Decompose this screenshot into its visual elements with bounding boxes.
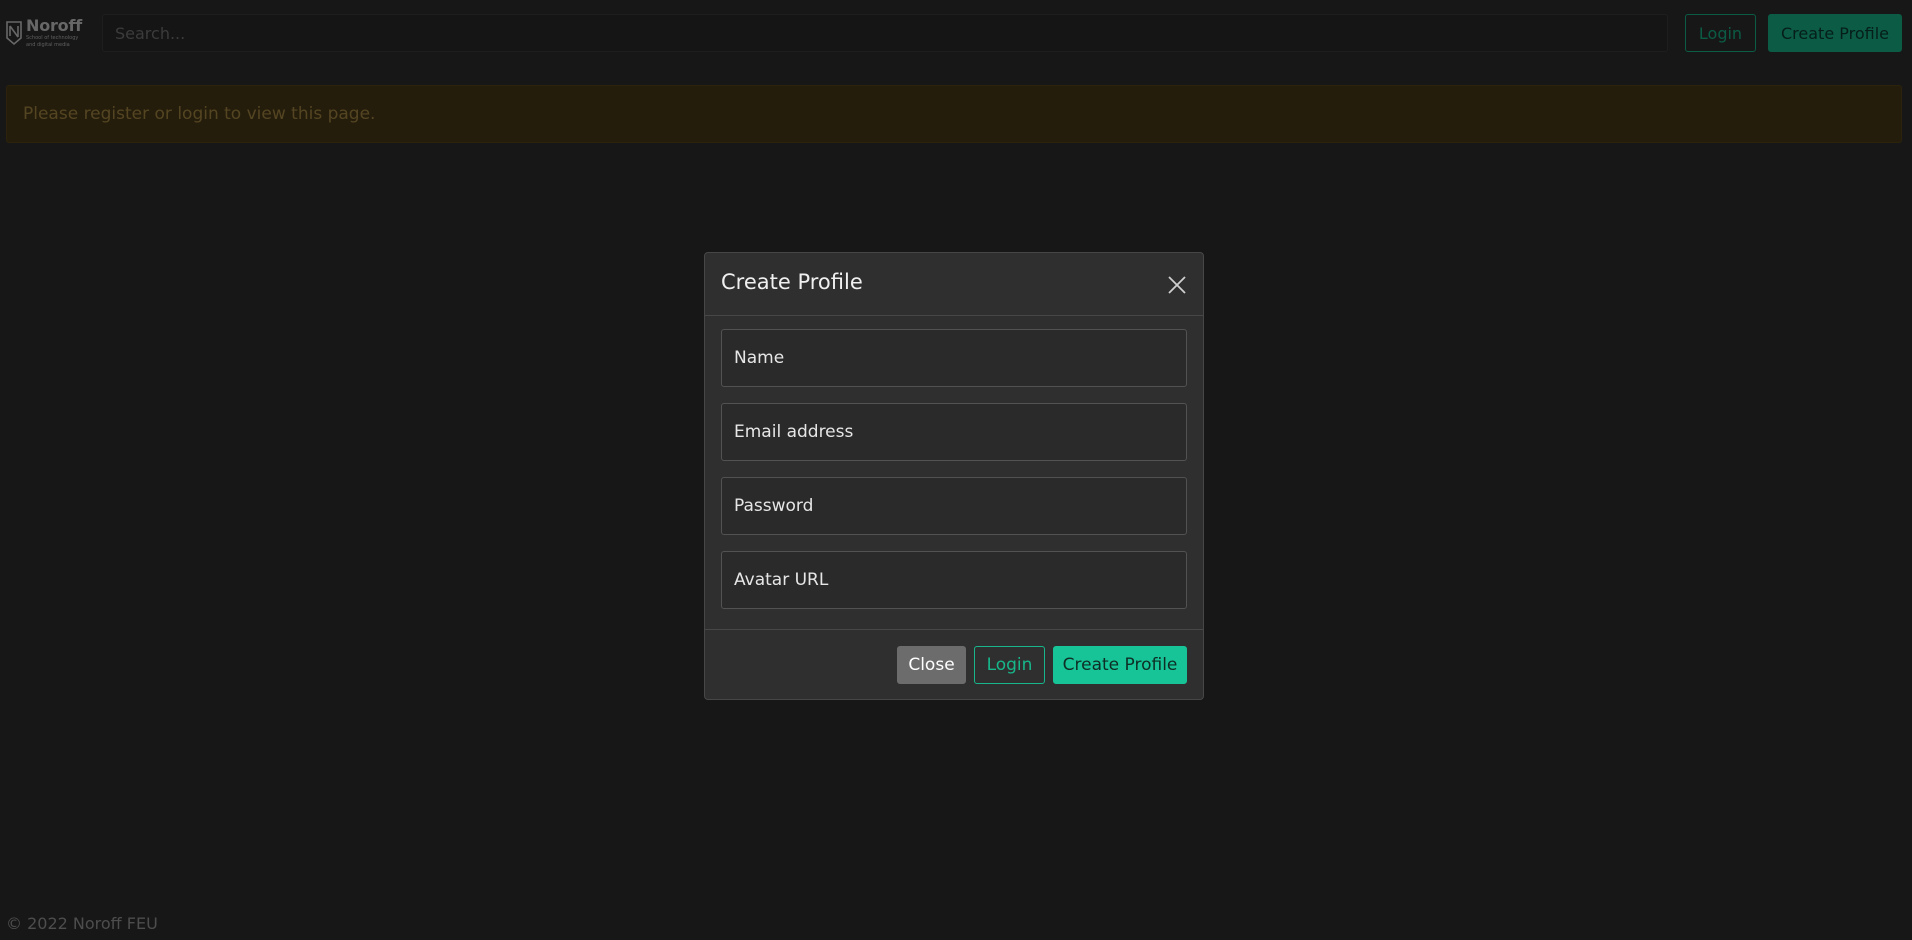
modal-footer: Close Login Create Profile [705,629,1203,699]
login-button[interactable]: Login [974,646,1045,684]
create-profile-modal: Create Profile Close Login Create Profil… [704,252,1204,700]
create-profile-button[interactable]: Create Profile [1053,646,1187,684]
modal-body [705,317,1203,635]
close-button[interactable]: Close [897,646,966,684]
name-field[interactable] [721,329,1187,387]
page: Noroff School of technology and digital … [0,0,1912,940]
email-field[interactable] [721,403,1187,461]
modal-header: Create Profile [705,253,1203,316]
modal-title: Create Profile [721,270,863,294]
close-icon[interactable] [1166,274,1188,296]
password-field[interactable] [721,477,1187,535]
avatar-url-field[interactable] [721,551,1187,609]
